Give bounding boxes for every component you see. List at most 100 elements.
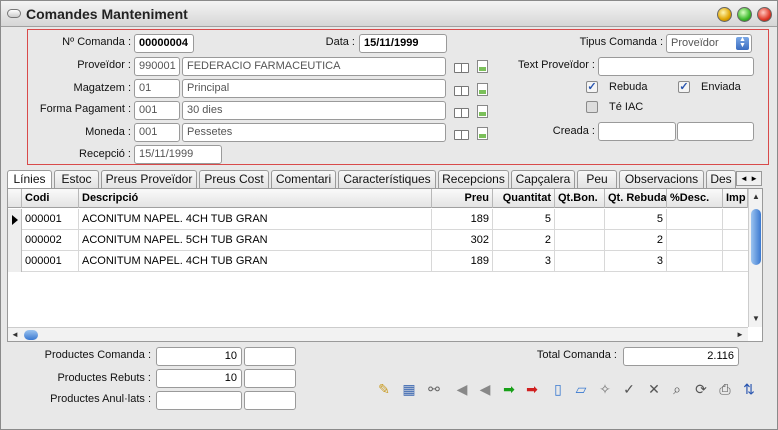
productes-rebuts-field[interactable]: 10: [156, 369, 242, 388]
scroll-right-icon[interactable]: ►: [736, 330, 744, 339]
cell-qt-rebuda[interactable]: 2: [605, 230, 667, 251]
text-proveidor-field[interactable]: [598, 57, 754, 76]
proveidor-detail-icon[interactable]: [477, 60, 488, 73]
cell-desc[interactable]: [667, 209, 723, 230]
cancel-icon[interactable]: ✕: [646, 381, 662, 397]
cell-qt-bon[interactable]: [555, 251, 605, 272]
data-field[interactable]: 15/11/1999: [359, 34, 447, 53]
grid-icon[interactable]: ▦: [401, 381, 417, 397]
scroll-left-icon[interactable]: ◄: [11, 330, 19, 339]
moneda-name-field[interactable]: Pessetes: [182, 123, 446, 142]
table-row[interactable]: 000001 ACONITUM NAPEL. 4CH TUB GRAN 189 …: [8, 209, 748, 230]
te-iac-checkbox[interactable]: [586, 101, 598, 113]
row-selector[interactable]: [8, 251, 22, 272]
eraser-icon[interactable]: ✎: [376, 381, 392, 397]
moneda-code-field[interactable]: 001: [134, 123, 180, 142]
first-record-icon[interactable]: ◀: [454, 381, 470, 397]
productes-comanda-extra-field[interactable]: [244, 347, 296, 366]
row-selector[interactable]: [8, 230, 22, 251]
tab-estoc[interactable]: Estoc: [54, 170, 99, 188]
search-icon[interactable]: ⌕: [669, 381, 685, 397]
table-row[interactable]: 000002 ACONITUM NAPEL. 5CH TUB GRAN 302 …: [8, 230, 748, 251]
proveidor-lookup-icon[interactable]: [454, 62, 469, 73]
vertical-scrollbar[interactable]: ▲ ▼: [748, 189, 762, 327]
tab-caracteristiques[interactable]: Característiques: [338, 170, 436, 188]
cell-preu[interactable]: 189: [432, 209, 493, 230]
tab-recepcions[interactable]: Recepcions: [438, 170, 509, 188]
cell-descripcio[interactable]: ACONITUM NAPEL. 4CH TUB GRAN: [79, 209, 432, 230]
minimize-button[interactable]: [717, 7, 732, 22]
cell-quantitat[interactable]: 3: [493, 251, 555, 272]
cell-codi[interactable]: 000001: [22, 209, 79, 230]
col-imp[interactable]: Imp: [723, 189, 748, 208]
cell-descripcio[interactable]: ACONITUM NAPEL. 5CH TUB GRAN: [79, 230, 432, 251]
magatzem-name-field[interactable]: Principal: [182, 79, 446, 98]
cell-preu[interactable]: 189: [432, 251, 493, 272]
forma-pagament-code-field[interactable]: 001: [134, 101, 180, 120]
cell-descripcio[interactable]: ACONITUM NAPEL. 4CH TUB GRAN: [79, 251, 432, 272]
forma-pagament-detail-icon[interactable]: [477, 105, 488, 118]
close-button[interactable]: [757, 7, 772, 22]
col-preu[interactable]: Preu: [432, 189, 493, 208]
forma-pagament-lookup-icon[interactable]: [454, 107, 469, 118]
creada-user-field[interactable]: [677, 122, 754, 141]
tab-capcalera[interactable]: Capçalera: [511, 170, 575, 188]
next-record-icon[interactable]: ➡: [501, 381, 517, 397]
productes-anulats-extra-field[interactable]: [244, 391, 296, 410]
horizontal-scrollbar[interactable]: ◄ ►: [8, 327, 748, 341]
cell-codi[interactable]: 000002: [22, 230, 79, 251]
cell-desc[interactable]: [667, 251, 723, 272]
cell-quantitat[interactable]: 2: [493, 230, 555, 251]
cell-quantitat[interactable]: 5: [493, 209, 555, 230]
window-menu-icon[interactable]: [7, 9, 21, 18]
rebuda-checkbox[interactable]: ✓: [586, 81, 598, 93]
prev-record-icon[interactable]: ◀: [477, 381, 493, 397]
edit-record-icon[interactable]: ▱: [573, 381, 589, 397]
cell-preu[interactable]: 302: [432, 230, 493, 251]
maximize-button[interactable]: [737, 7, 752, 22]
col-quantitat[interactable]: Quantitat: [493, 189, 555, 208]
tab-observacions[interactable]: Observacions: [619, 170, 704, 188]
col-codi[interactable]: Codi: [22, 189, 79, 208]
tab-descomptes[interactable]: Des: [706, 170, 736, 188]
cell-qt-rebuda[interactable]: 3: [605, 251, 667, 272]
moneda-detail-icon[interactable]: [477, 127, 488, 140]
scroll-up-icon[interactable]: ▲: [752, 192, 760, 201]
productes-rebuts-extra-field[interactable]: [244, 369, 296, 388]
moneda-lookup-icon[interactable]: [454, 129, 469, 140]
tab-preus-cost[interactable]: Preus Cost: [199, 170, 269, 188]
productes-anulats-field[interactable]: [156, 391, 242, 410]
creada-date-field[interactable]: [598, 122, 676, 141]
proveidor-code-field[interactable]: 990001: [134, 57, 180, 76]
productes-comanda-field[interactable]: 10: [156, 347, 242, 366]
num-comanda-field[interactable]: 00000004: [134, 34, 194, 53]
print-icon[interactable]: ⎙: [717, 381, 733, 397]
tab-comentari[interactable]: Comentari: [271, 170, 336, 188]
recepcio-field[interactable]: 15/11/1999: [134, 145, 222, 164]
select-arrows-icon[interactable]: ▲ ▼: [736, 36, 749, 50]
delete-record-icon[interactable]: ✧: [597, 381, 613, 397]
tab-preus-proveidor[interactable]: Preus Proveïdor: [101, 170, 197, 188]
col-qt-rebuda[interactable]: Qt. Rebuda: [605, 189, 667, 208]
tab-peu[interactable]: Peu: [577, 170, 617, 188]
cell-desc[interactable]: [667, 230, 723, 251]
magatzem-code-field[interactable]: 01: [134, 79, 180, 98]
total-comanda-field[interactable]: 2.116: [623, 347, 739, 366]
scroll-down-icon[interactable]: ▼: [752, 314, 760, 323]
tipus-comanda-select[interactable]: Proveïdor ▲ ▼: [666, 34, 752, 53]
cell-qt-rebuda[interactable]: 5: [605, 209, 667, 230]
tab-linies[interactable]: Línies: [7, 170, 52, 189]
refresh-icon[interactable]: ⟳: [693, 381, 709, 397]
magatzem-lookup-icon[interactable]: [454, 85, 469, 96]
col-descripcio[interactable]: Descripció: [79, 189, 432, 208]
col-qt-bon[interactable]: Qt.Bon.: [555, 189, 605, 208]
cell-qt-bon[interactable]: [555, 209, 605, 230]
enviada-checkbox[interactable]: ✓: [678, 81, 690, 93]
cell-qt-bon[interactable]: [555, 230, 605, 251]
magatzem-detail-icon[interactable]: [477, 83, 488, 96]
horizontal-scroll-thumb[interactable]: [24, 330, 38, 340]
forma-pagament-name-field[interactable]: 30 dies: [182, 101, 446, 120]
proveidor-name-field[interactable]: FEDERACIO FARMACEUTICA: [182, 57, 446, 76]
current-row-icon[interactable]: [8, 209, 22, 230]
last-record-icon[interactable]: ➡: [524, 381, 540, 397]
